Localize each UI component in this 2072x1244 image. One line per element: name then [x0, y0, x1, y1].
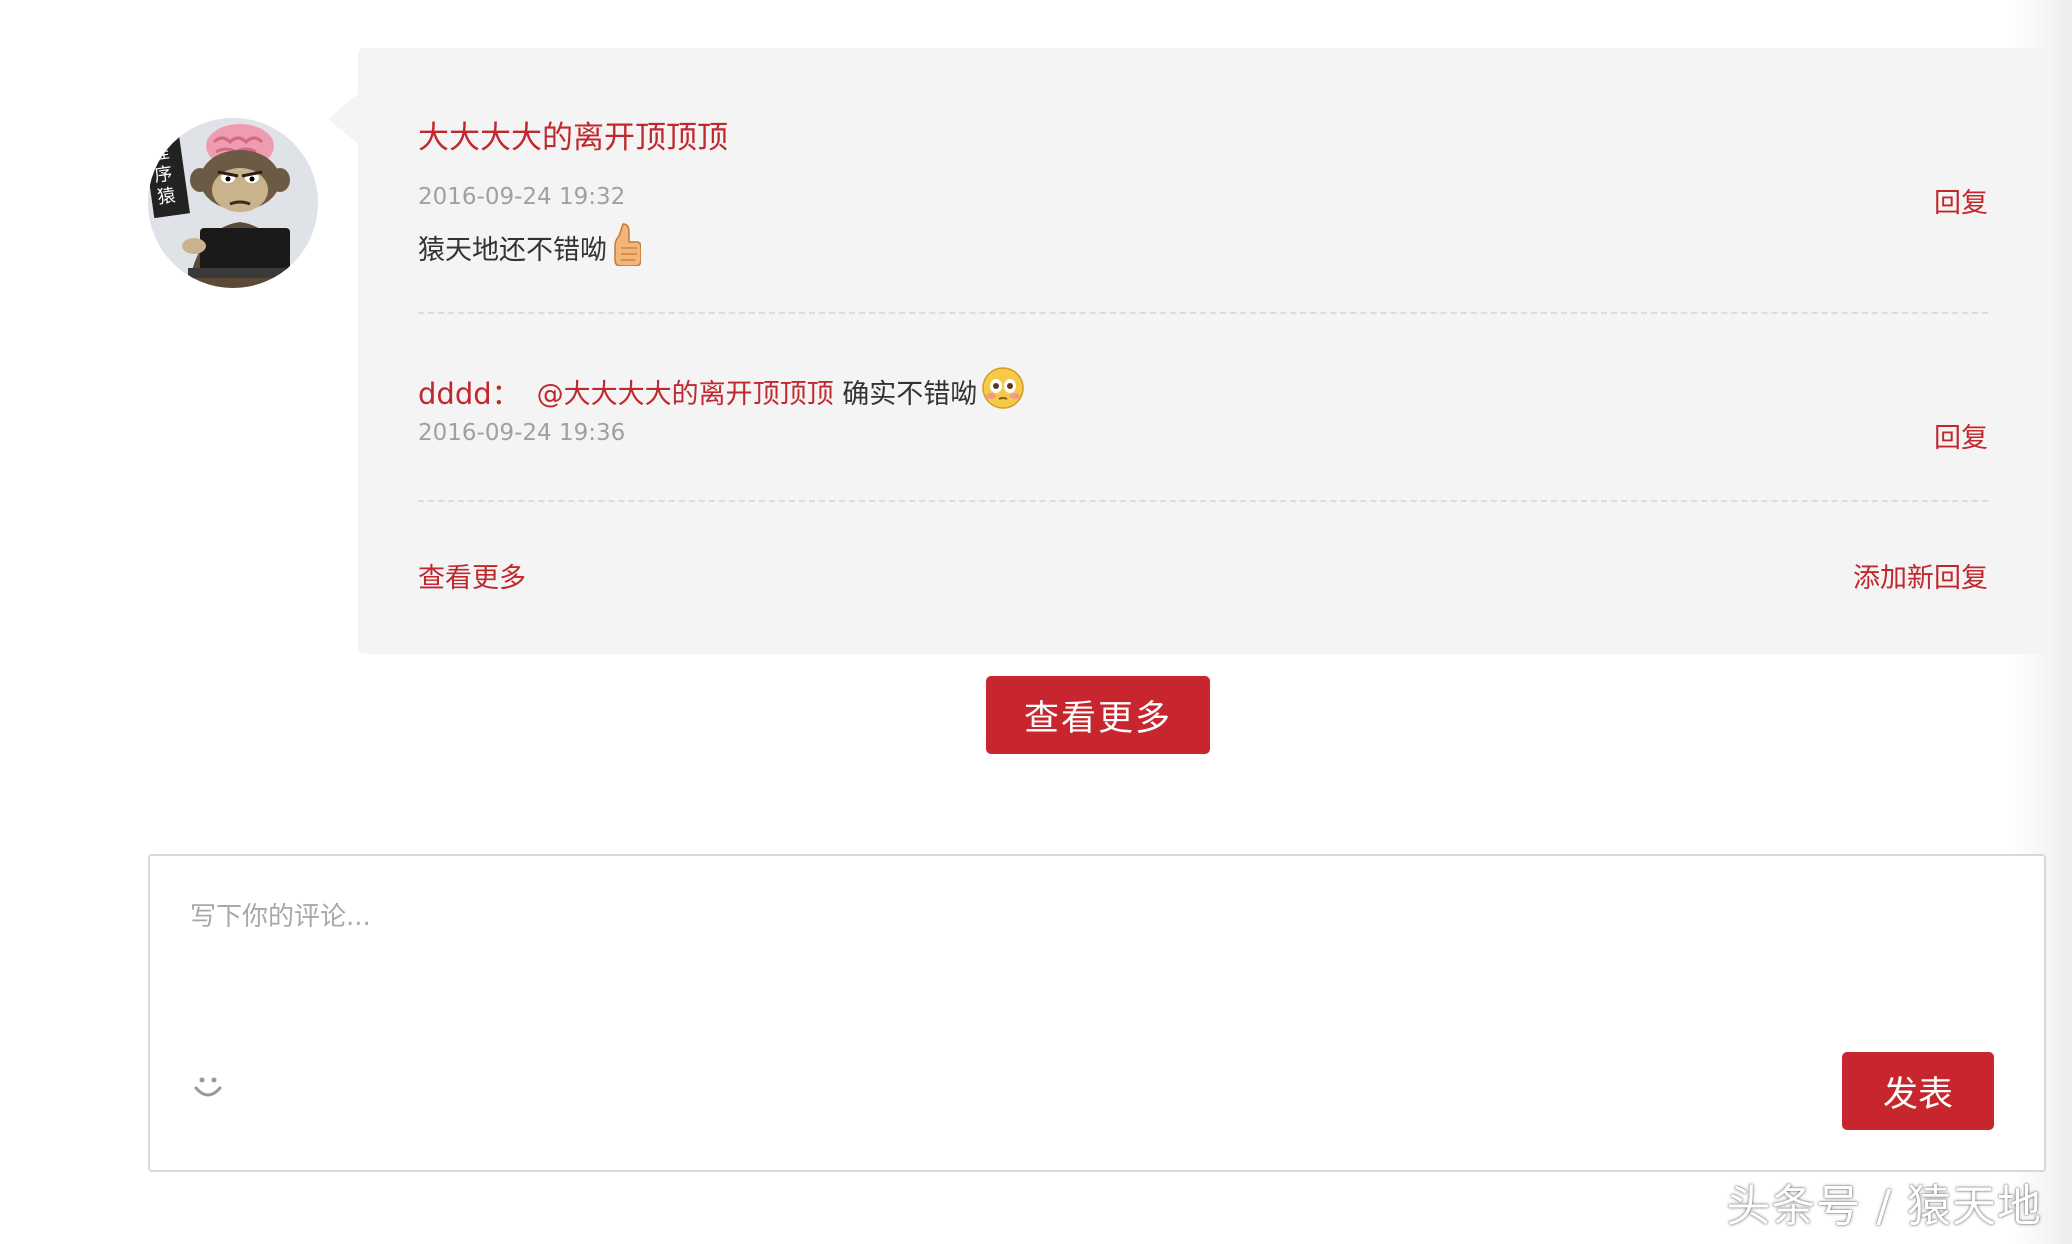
reply-divider [418, 500, 1988, 502]
sub-reply-timestamp: 2016-09-24 19:36 [418, 420, 626, 446]
sub-reply-text-row: dddd： @大大大大的离开顶顶顶 确实不错呦 [418, 366, 1025, 417]
comment-card: 大大大大的离开顶顶顶 2016-09-24 19:32 回复 猿天地还不错呦 d… [328, 48, 2048, 654]
watermark: 头条号 / 猿天地 [1726, 1181, 2042, 1232]
add-new-reply-link[interactable]: 添加新回复 [1853, 556, 1988, 595]
comment-text: 猿天地还不错呦 [418, 235, 607, 266]
view-more-replies-link[interactable]: 查看更多 [418, 556, 526, 595]
sub-reply-text: 确实不错呦 [833, 379, 978, 410]
avatar[interactable]: 程 序 猿 [148, 118, 318, 288]
comment-text-row: 猿天地还不错呦 [418, 222, 642, 273]
reply-link[interactable]: 回复 [1934, 181, 1988, 220]
thumbs-up-icon [611, 222, 642, 273]
monkey-programmer-avatar-icon: 程 序 猿 [148, 118, 318, 288]
mention-link[interactable]: @大大大大的离开顶顶顶 [537, 372, 834, 411]
svg-text:序: 序 [153, 163, 174, 186]
comment-input[interactable] [190, 896, 1890, 1046]
svg-text:猿: 猿 [156, 185, 177, 208]
comment-divider [418, 312, 1988, 314]
svg-text:程: 程 [150, 141, 171, 164]
comment-editor: 发表 [148, 854, 2046, 1172]
sub-reply-author-link[interactable]: dddd： [418, 371, 521, 413]
comment-author-link[interactable]: 大大大大的离开顶顶顶 [418, 112, 728, 157]
sub-reply-reply-link[interactable]: 回复 [1934, 416, 1988, 455]
emoji-picker-icon[interactable] [190, 1070, 226, 1110]
submit-comment-button[interactable]: 发表 [1842, 1052, 1994, 1130]
comment-timestamp: 2016-09-24 19:32 [418, 184, 626, 210]
load-more-button[interactable]: 查看更多 [986, 676, 1210, 754]
shy-face-icon [981, 366, 1025, 417]
